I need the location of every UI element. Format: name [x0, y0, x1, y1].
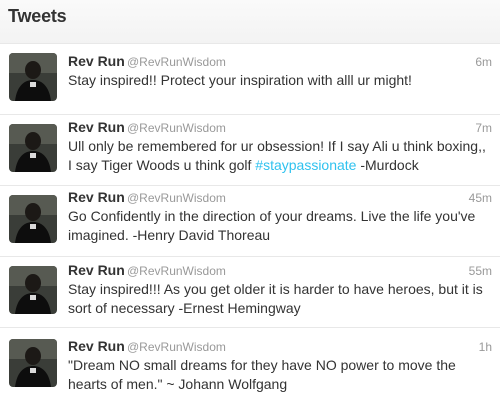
- author-name[interactable]: Rev Run: [68, 53, 125, 69]
- avatar[interactable]: [9, 195, 57, 243]
- hashtag-link[interactable]: #staypassionate: [255, 157, 356, 173]
- tweet-timestamp[interactable]: 7m: [475, 121, 492, 135]
- avatar[interactable]: [9, 266, 57, 314]
- rev-run-avatar-icon: [9, 53, 57, 101]
- tweet-text: Go Confidently in the direction of your …: [68, 208, 476, 243]
- tweet-text: Ull only be remembered for ur obsession!…: [68, 137, 492, 175]
- tweet-timestamp[interactable]: 45m: [469, 191, 492, 205]
- avatar[interactable]: [9, 339, 57, 387]
- rev-run-avatar-icon: [9, 266, 57, 314]
- author-handle[interactable]: @RevRunWisdom: [127, 55, 226, 69]
- rev-run-avatar-icon: [9, 195, 57, 243]
- author-handle[interactable]: @RevRunWisdom: [127, 191, 226, 205]
- tweet-item[interactable]: Rev Run @RevRunWisdom 45m Go Confidently…: [0, 186, 500, 257]
- tweet-timestamp[interactable]: 55m: [469, 264, 492, 278]
- author-name[interactable]: Rev Run: [68, 262, 125, 278]
- author-name[interactable]: Rev Run: [68, 189, 125, 205]
- author-handle[interactable]: @RevRunWisdom: [127, 121, 226, 135]
- author-name[interactable]: Rev Run: [68, 338, 125, 354]
- tweet-item[interactable]: Rev Run @RevRunWisdom 7m Ull only be rem…: [0, 115, 500, 186]
- avatar[interactable]: [9, 124, 57, 172]
- tweet-text: "Dream NO small dreams for they have NO …: [68, 357, 456, 392]
- rev-run-avatar-icon: [9, 339, 57, 387]
- tweet-item[interactable]: Rev Run @RevRunWisdom 55m Stay inspired!…: [0, 257, 500, 328]
- tweet-item[interactable]: Rev Run @RevRunWisdom 1h "Dream NO small…: [0, 328, 500, 404]
- tweet-text-after: -Murdock: [356, 157, 419, 173]
- author-handle[interactable]: @RevRunWisdom: [127, 340, 226, 354]
- tweet-text: Stay inspired!!! As you get older it is …: [68, 281, 483, 316]
- avatar[interactable]: [9, 53, 57, 101]
- tweet-text: Stay inspired!! Protect your inspiration…: [68, 72, 412, 88]
- timeline-title: Tweets: [8, 6, 67, 26]
- tweet-timestamp[interactable]: 1h: [479, 340, 492, 354]
- tweet-timestamp[interactable]: 6m: [475, 55, 492, 69]
- timeline-header: Tweets: [0, 0, 500, 44]
- rev-run-avatar-icon: [9, 124, 57, 172]
- tweet-item[interactable]: Rev Run @RevRunWisdom 6m Stay inspired!!…: [0, 44, 500, 115]
- author-handle[interactable]: @RevRunWisdom: [127, 264, 226, 278]
- author-name[interactable]: Rev Run: [68, 119, 125, 135]
